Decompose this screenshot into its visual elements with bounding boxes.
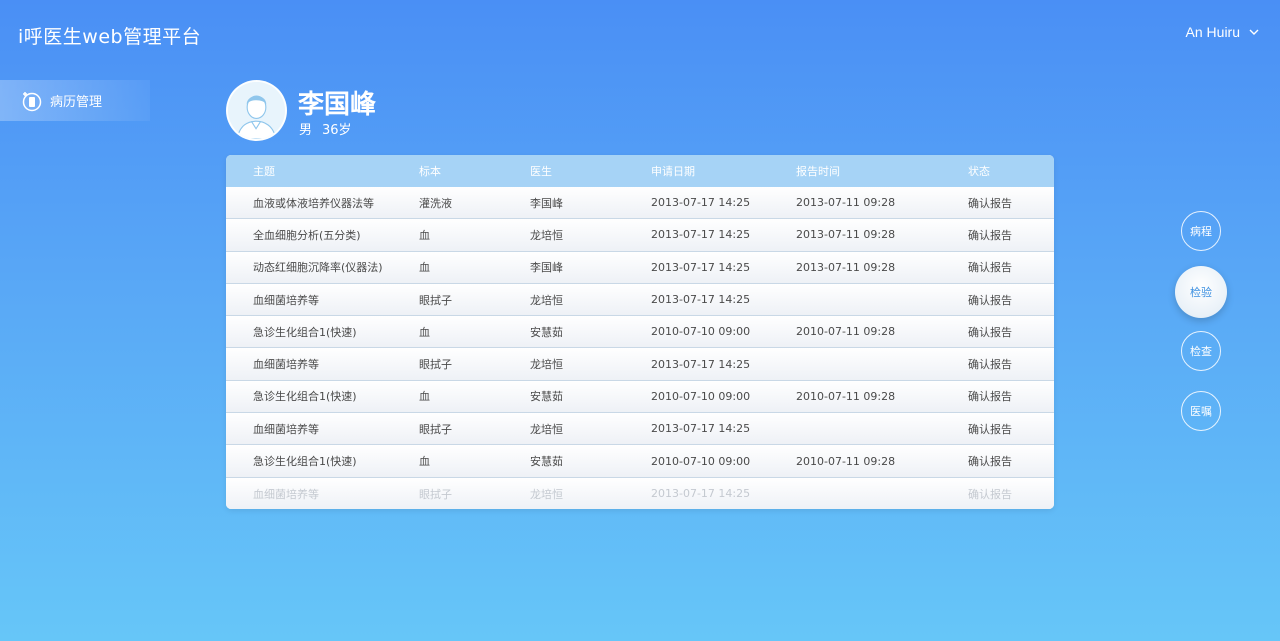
table-row[interactable]: 急诊生化组合1(快速) 血 安慧茹 2010-07-10 09:00 2010-07-1…	[226, 380, 1054, 414]
cell-specimen: 眼拭子	[419, 487, 452, 501]
cell-report-time: 2010-07-11 09:28	[796, 325, 896, 339]
table-row[interactable]: 血细菌培养等 眼拭子 龙培恒 2013-07-17 14:25 确认报告	[226, 413, 1054, 446]
cell-apply-date: 2013-07-17 14:25	[651, 293, 751, 307]
cell-report-time: 2013-07-11 09:28	[796, 260, 896, 274]
cell-status: 确认报告	[968, 261, 1012, 275]
cell-apply-date: 2010-07-10 09:00	[651, 454, 751, 468]
cell-status: 确认报告	[968, 325, 1012, 339]
cell-apply-date: 2010-07-10 09:00	[651, 325, 751, 339]
table-row[interactable]: 血细菌培养等 眼拭子 龙培恒 2013-07-17 14:25 确认报告	[226, 283, 1054, 317]
medical-record-icon	[22, 91, 42, 111]
user-avatar-icon	[228, 82, 285, 139]
cell-subject: 血细菌培养等	[253, 293, 319, 307]
cell-subject: 动态红细胞沉降率(仪器法)	[253, 261, 383, 275]
chevron-down-icon	[1249, 29, 1259, 35]
cell-specimen: 灌洗液	[419, 196, 452, 210]
cell-doctor: 龙培恒	[530, 228, 563, 242]
header-status[interactable]: 状态	[968, 163, 990, 179]
cell-specimen: 血	[419, 455, 430, 469]
cell-subject: 血液或体液培养仪器法等	[253, 196, 374, 210]
cell-subject: 全血细胞分析(五分类)	[253, 228, 361, 242]
table-row[interactable]: 血细菌培养等 眼拭子 龙培恒 2013-07-17 14:25 确认报告	[226, 348, 1054, 381]
cell-status: 确认报告	[968, 422, 1012, 436]
header-doctor[interactable]: 医生	[530, 163, 552, 179]
cell-subject: 血细菌培养等	[253, 422, 319, 436]
cell-specimen: 眼拭子	[419, 358, 452, 372]
patient-gender: 男	[299, 123, 313, 138]
table-row[interactable]: 动态红细胞沉降率(仪器法) 血 李国峰 2013-07-17 14:25 2013-07…	[226, 251, 1054, 284]
cell-doctor: 龙培恒	[530, 293, 563, 307]
side-nav-button-2[interactable]: 检查	[1181, 331, 1221, 371]
cell-doctor: 李国峰	[530, 261, 563, 275]
cell-status: 确认报告	[968, 487, 1012, 501]
cell-specimen: 眼拭子	[419, 422, 452, 436]
cell-specimen: 血	[419, 325, 430, 339]
cell-doctor: 龙培恒	[530, 487, 563, 501]
cell-subject: 血细菌培养等	[253, 358, 319, 372]
table-header: 主题 标本 医生 申请日期 报告时间 状态	[226, 155, 1054, 187]
lab-results-table: 主题 标本 医生 申请日期 报告时间 状态 血液或体液培养仪器法等 灌洗液 李国峰 2…	[226, 155, 1054, 509]
table-body: 血液或体液培养仪器法等 灌洗液 李国峰 2013-07-17 14:25 2013-07…	[226, 187, 1054, 509]
header-subject[interactable]: 主题	[253, 163, 275, 179]
cell-doctor: 安慧茹	[530, 325, 563, 339]
cell-status: 确认报告	[968, 390, 1012, 404]
cell-status: 确认报告	[968, 455, 1012, 469]
cell-doctor: 安慧茹	[530, 390, 563, 404]
table-row[interactable]: 急诊生化组合1(快速) 血 安慧茹 2010-07-10 09:00 2010-07-1…	[226, 445, 1054, 478]
cell-report-time: 2013-07-11 09:28	[796, 228, 896, 242]
cell-specimen: 血	[419, 261, 430, 275]
cell-apply-date: 2013-07-17 14:25	[651, 357, 751, 371]
cell-report-time: 2010-07-11 09:28	[796, 454, 896, 468]
header-report-time[interactable]: 报告时间	[796, 163, 840, 179]
side-nav-button-1[interactable]: 检验	[1175, 266, 1227, 318]
cell-subject: 急诊生化组合1(快速)	[253, 325, 357, 339]
cell-apply-date: 2013-07-17 14:25	[651, 487, 751, 501]
patient-age: 36岁	[322, 123, 352, 138]
cell-doctor: 安慧茹	[530, 455, 563, 469]
cell-doctor: 龙培恒	[530, 358, 563, 372]
patient-info: 男 36岁	[299, 119, 352, 138]
cell-apply-date: 2013-07-17 14:25	[651, 228, 751, 242]
cell-apply-date: 2013-07-17 14:25	[651, 260, 751, 274]
sidebar-item-label: 病历管理	[50, 95, 103, 110]
table-row[interactable]: 全血细胞分析(五分类) 血 龙培恒 2013-07-17 14:25 2013-07-1…	[226, 219, 1054, 252]
sidebar-item-medical-records[interactable]: 病历管理	[0, 80, 150, 121]
patient-name: 李国峰	[298, 90, 377, 120]
cell-specimen: 血	[419, 228, 430, 242]
cell-subject: 急诊生化组合1(快速)	[253, 455, 357, 469]
user-name: An Huiru	[1185, 24, 1240, 40]
cell-apply-date: 2013-07-17 14:25	[651, 422, 751, 436]
app-title: i呼医生web管理平台	[18, 26, 202, 48]
cell-subject: 急诊生化组合1(快速)	[253, 390, 357, 404]
side-nav-button-3[interactable]: 医嘱	[1181, 391, 1221, 431]
cell-specimen: 血	[419, 390, 430, 404]
header-apply-date[interactable]: 申请日期	[651, 163, 695, 179]
cell-specimen: 眼拭子	[419, 293, 452, 307]
avatar	[226, 80, 287, 141]
table-row[interactable]: 急诊生化组合1(快速) 血 安慧茹 2010-07-10 09:00 2010-07-1…	[226, 316, 1054, 349]
table-row[interactable]: 血液或体液培养仪器法等 灌洗液 李国峰 2013-07-17 14:25 2013-07…	[226, 187, 1054, 220]
header-specimen[interactable]: 标本	[419, 163, 441, 179]
cell-report-time: 2013-07-11 09:28	[796, 196, 896, 210]
user-menu[interactable]: An Huiru	[1186, 24, 1260, 40]
cell-status: 确认报告	[968, 358, 1012, 372]
cell-report-time: 2010-07-11 09:28	[796, 389, 896, 403]
cell-doctor: 李国峰	[530, 196, 563, 210]
cell-status: 确认报告	[968, 196, 1012, 210]
cell-doctor: 龙培恒	[530, 422, 563, 436]
cell-status: 确认报告	[968, 293, 1012, 307]
cell-status: 确认报告	[968, 228, 1012, 242]
side-nav-button-0[interactable]: 病程	[1181, 211, 1221, 251]
table-row[interactable]: 血细菌培养等 眼拭子 龙培恒 2013-07-17 14:25 确认报告	[226, 477, 1054, 509]
cell-apply-date: 2013-07-17 14:25	[651, 196, 751, 210]
cell-apply-date: 2010-07-10 09:00	[651, 389, 751, 403]
cell-subject: 血细菌培养等	[253, 487, 319, 501]
